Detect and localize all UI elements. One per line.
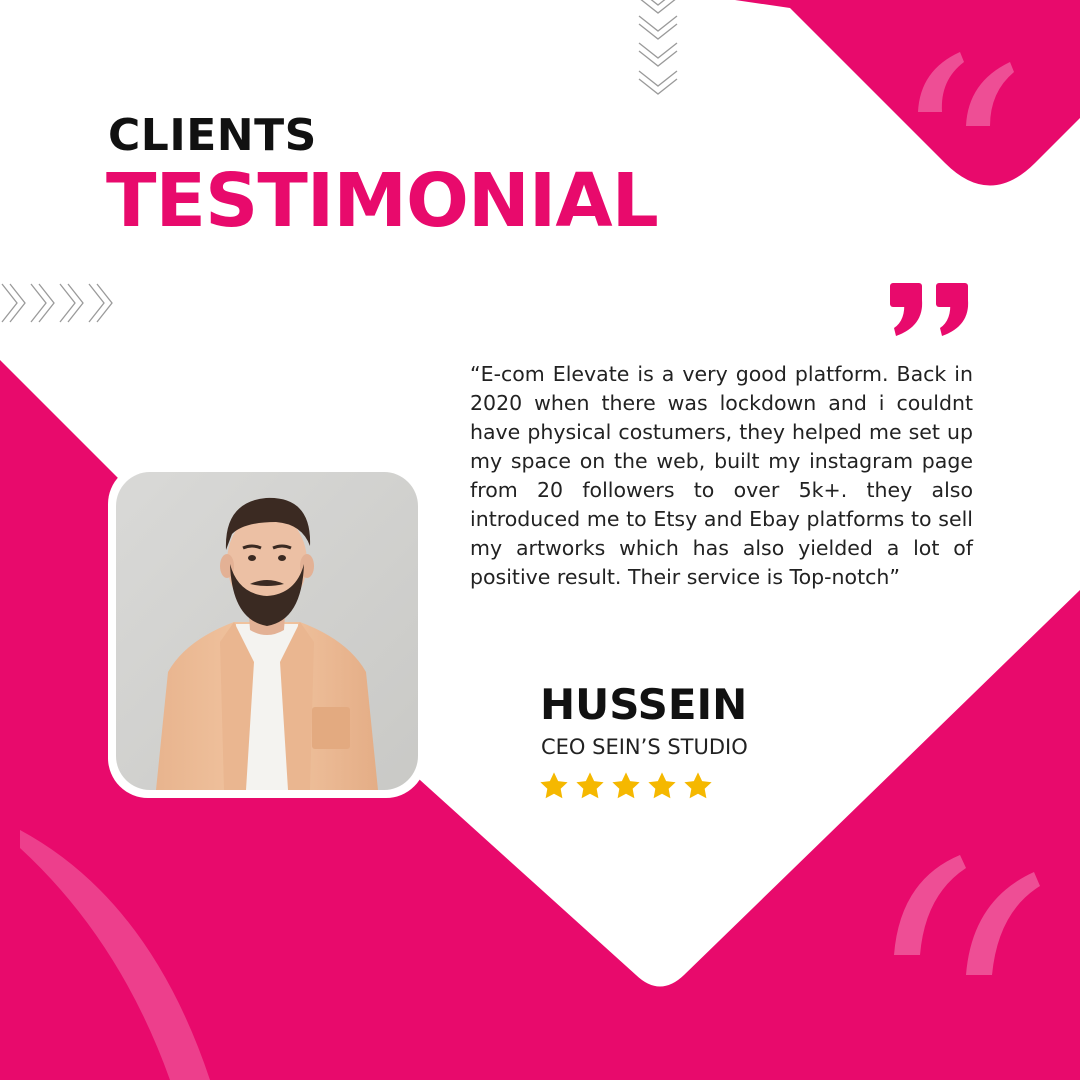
chevron-arrows-icon-left [1, 283, 113, 323]
avatar-frame [108, 464, 426, 798]
testimonial-card: CLIENTS TESTIMONIAL “E-com Elevate is a … [0, 0, 1080, 1080]
author-name: HUSSEIN [540, 680, 748, 729]
star-icon [612, 772, 640, 799]
star-icon [648, 772, 676, 799]
star-icon [540, 772, 568, 799]
star-rating [538, 770, 714, 802]
testimonial-quote: “E-com Elevate is a very good platform. … [470, 362, 973, 589]
star-icon [684, 772, 712, 799]
heading-clients: CLIENTS [108, 110, 317, 161]
star-icon [576, 772, 604, 799]
quote-mark-icon [890, 283, 969, 336]
heading-testimonial: TESTIMONIAL [106, 158, 659, 244]
avatar [116, 472, 418, 790]
top-right-pink-shape [735, 0, 1080, 186]
author-title: CEO SEIN’S STUDIO [541, 735, 748, 759]
chevron-arrows-icon-top [638, 0, 678, 95]
avatar-portrait [116, 472, 418, 790]
